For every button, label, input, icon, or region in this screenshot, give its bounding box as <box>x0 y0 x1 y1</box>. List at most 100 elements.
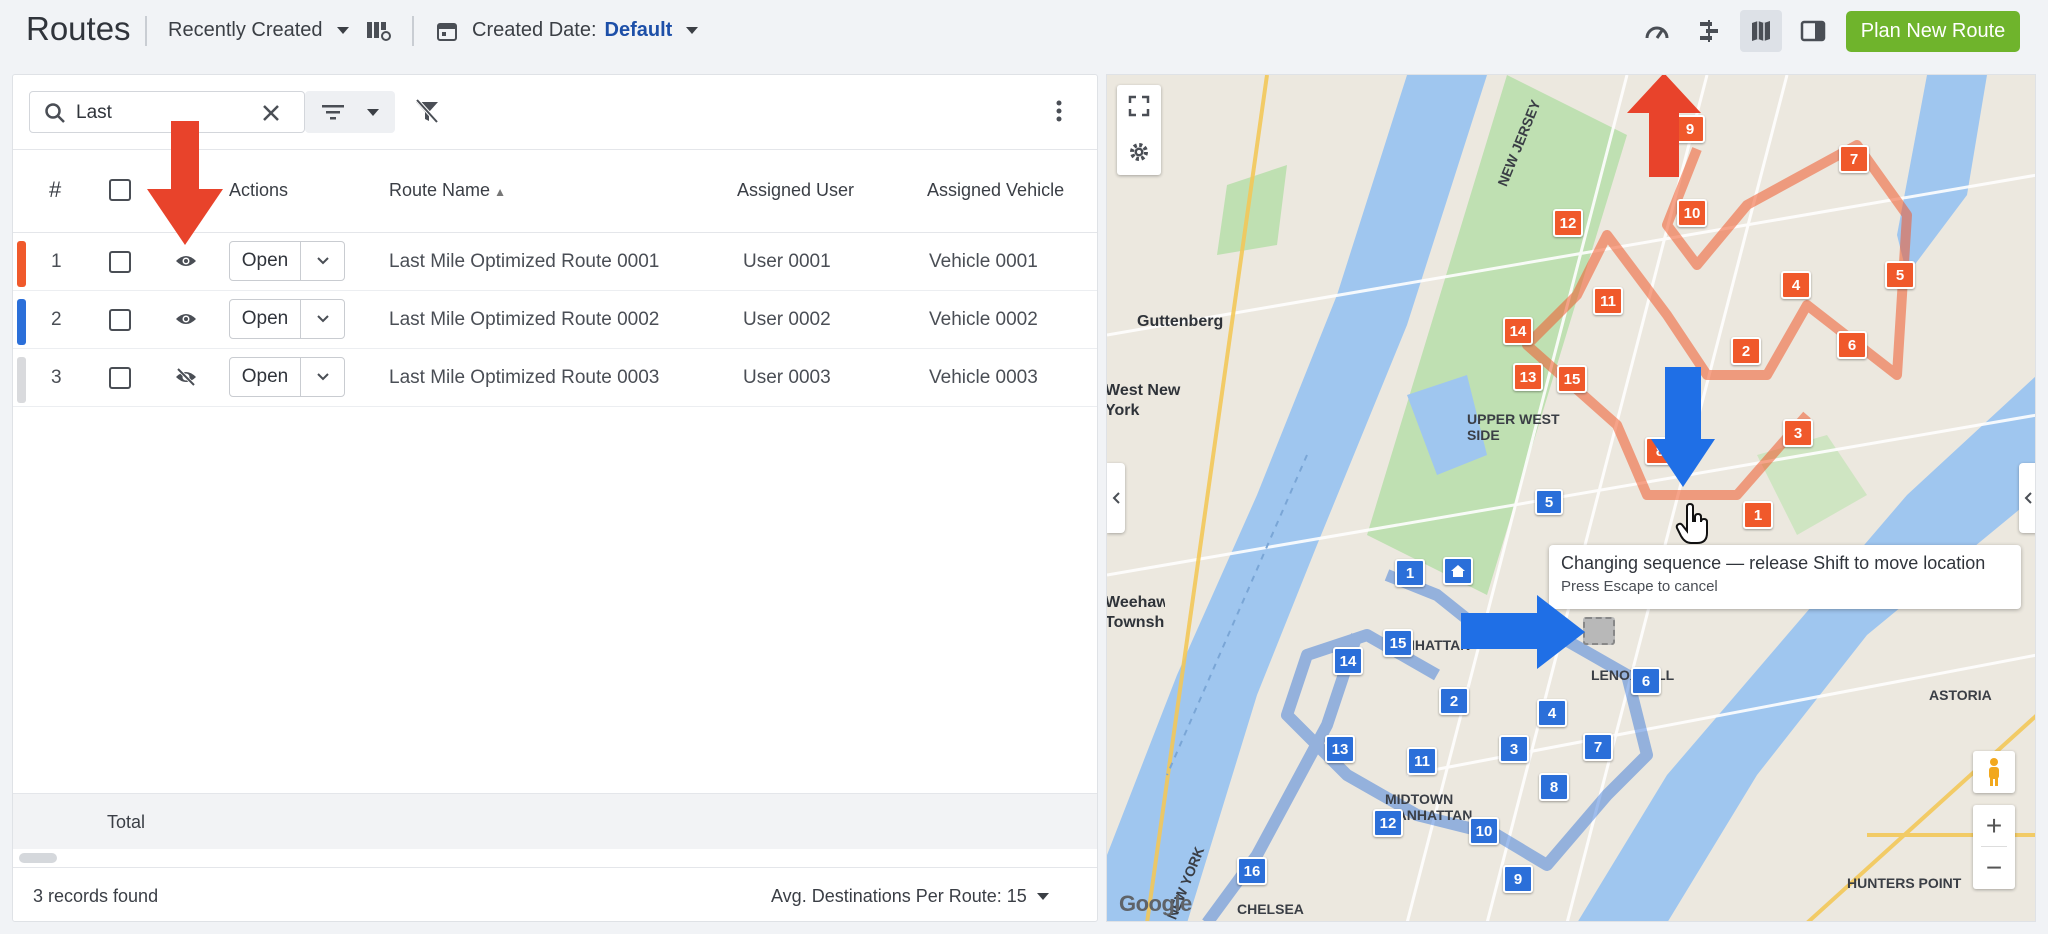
close-icon[interactable] <box>260 102 282 124</box>
route-color-bar <box>17 299 26 345</box>
eye-icon[interactable] <box>175 311 197 327</box>
open-button-group[interactable]: Open <box>229 299 345 339</box>
search-icon <box>45 103 65 123</box>
eye-icon[interactable] <box>175 253 197 269</box>
select-all-checkbox[interactable] <box>109 179 131 201</box>
top-bar: Routes Recently Created Created Date: De… <box>0 0 2048 62</box>
route1-stop-marker[interactable]: 10 <box>1677 199 1707 227</box>
avg-destinations-label: Avg. Destinations Per Route: 15 <box>771 886 1027 906</box>
map-label-west-new-york: West New York <box>1106 382 1181 419</box>
annotation-arrow-right-icon <box>1461 595 1585 669</box>
map-label-weehawken: Weehawken Township <box>1106 594 1165 631</box>
open-button[interactable]: Open <box>230 300 301 338</box>
google-logo: Google <box>1119 891 1192 916</box>
col-route-name[interactable]: Route Name ▲ <box>389 180 506 201</box>
collapse-right-handle[interactable] <box>2019 463 2035 533</box>
pegman-icon <box>1989 758 1999 786</box>
clear-filter-button[interactable] <box>413 97 443 127</box>
gear-icon[interactable] <box>1128 141 1150 163</box>
route2-depot-marker[interactable] <box>1443 557 1473 585</box>
route1-stop-marker[interactable]: 7 <box>1839 145 1869 173</box>
route1-stop-marker[interactable]: 15 <box>1557 365 1587 393</box>
row-number: 3 <box>51 367 62 388</box>
split-panel-icon <box>1800 20 1826 42</box>
assigned-vehicle: Vehicle 0002 <box>929 309 1038 330</box>
route2-dragged-stop-marker[interactable]: 5 <box>1535 489 1563 515</box>
route1-stop-marker[interactable]: 6 <box>1837 331 1867 359</box>
route2-stop-marker[interactable]: 6 <box>1631 667 1661 695</box>
chevron-down-icon <box>367 109 379 116</box>
zoom-out-button[interactable]: − <box>1973 847 2015 889</box>
route2-stop-marker[interactable]: 12 <box>1373 809 1403 837</box>
split-view-button[interactable] <box>1792 10 1834 52</box>
row-checkbox[interactable] <box>109 309 131 331</box>
eye-off-icon[interactable] <box>175 367 197 387</box>
route2-stop-marker[interactable]: 3 <box>1499 735 1529 763</box>
open-dropdown[interactable] <box>301 242 344 280</box>
chevron-down-icon <box>316 315 329 323</box>
avg-destinations-dropdown[interactable]: Avg. Destinations Per Route: 15 <box>771 886 1049 907</box>
assigned-vehicle: Vehicle 0001 <box>929 251 1038 272</box>
route2-stop-marker[interactable]: 15 <box>1383 629 1413 657</box>
sort-label: Recently Created <box>168 19 323 41</box>
col-route-name-label: Route Name <box>389 180 491 200</box>
collapse-left-handle[interactable] <box>1107 463 1125 533</box>
open-button[interactable]: Open <box>230 358 301 396</box>
total-row: Total <box>13 793 1097 849</box>
route1-stop-marker[interactable]: 14 <box>1503 317 1533 345</box>
open-button-group[interactable]: Open <box>229 241 345 281</box>
route2-stop-marker[interactable]: 13 <box>1325 735 1355 763</box>
route1-stop-marker[interactable]: 4 <box>1781 271 1811 299</box>
sort-dropdown[interactable]: Recently Created <box>168 19 349 42</box>
route-name[interactable]: Last Mile Optimized Route 0001 <box>389 251 659 273</box>
route1-stop-marker[interactable]: 3 <box>1783 419 1813 447</box>
horizontal-scrollbar[interactable] <box>19 853 57 863</box>
plan-new-route-button[interactable]: Plan New Route <box>1846 11 2020 52</box>
table-row[interactable]: 3 Open Last Mile Optimized Route 0003 Us… <box>13 349 1097 407</box>
column-settings-button[interactable] <box>358 10 400 52</box>
chevron-down-icon <box>316 373 329 381</box>
row-number: 1 <box>51 251 62 272</box>
fullscreen-icon[interactable] <box>1128 95 1150 117</box>
route2-stop-marker[interactable]: 9 <box>1503 865 1533 893</box>
route-name[interactable]: Last Mile Optimized Route 0002 <box>389 309 659 331</box>
timeline-view-button[interactable] <box>1688 10 1730 52</box>
street-view-pegman[interactable] <box>1973 751 2015 793</box>
routes-list-panel: Last # Actions Route Name ▲ Assigned User… <box>12 74 1098 922</box>
created-date-filter[interactable]: Created Date: Default <box>436 19 699 42</box>
route2-stop-marker[interactable]: 16 <box>1237 857 1267 885</box>
route2-stop-marker[interactable]: 8 <box>1539 773 1569 801</box>
open-button-group[interactable]: Open <box>229 357 345 397</box>
home-icon <box>1451 565 1465 577</box>
route-name[interactable]: Last Mile Optimized Route 0003 <box>389 367 659 389</box>
route2-stop-marker[interactable]: 1 <box>1395 559 1425 587</box>
route1-stop-marker[interactable]: 5 <box>1885 261 1915 289</box>
route2-stop-marker[interactable]: 14 <box>1333 647 1363 675</box>
row-checkbox[interactable] <box>109 251 131 273</box>
map-view-button[interactable] <box>1740 10 1782 52</box>
route1-stop-marker[interactable]: 12 <box>1553 209 1583 237</box>
route2-stop-marker[interactable]: 10 <box>1469 817 1499 845</box>
route1-stop-marker[interactable]: 13 <box>1513 363 1543 391</box>
route1-stop-marker[interactable]: 2 <box>1731 337 1761 365</box>
more-options-button[interactable] <box>1049 97 1069 127</box>
dashboard-view-button[interactable] <box>1636 10 1678 52</box>
route2-stop-marker[interactable]: 7 <box>1583 733 1613 761</box>
route-map[interactable]: Guttenberg West New York UPPER WEST SIDE… <box>1106 74 2036 922</box>
route1-stop-marker[interactable]: 11 <box>1593 287 1623 315</box>
open-dropdown[interactable] <box>301 358 344 396</box>
route2-stop-marker[interactable]: 11 <box>1407 747 1437 775</box>
zoom-in-button[interactable]: + <box>1973 805 2015 847</box>
route-color-bar <box>17 357 26 403</box>
annotation-arrow-down-icon <box>147 121 223 245</box>
table-row[interactable]: 2 Open Last Mile Optimized Route 0002 Us… <box>13 291 1097 349</box>
open-dropdown[interactable] <box>301 300 344 338</box>
annotation-arrow-up-icon <box>1627 75 1701 177</box>
row-checkbox[interactable] <box>109 367 131 389</box>
route1-stop-marker[interactable]: 1 <box>1743 501 1773 529</box>
open-button[interactable]: Open <box>230 242 301 280</box>
filter-button[interactable] <box>305 91 395 133</box>
route2-stop-marker[interactable]: 4 <box>1537 699 1567 727</box>
col-number: # <box>49 177 62 202</box>
route2-stop-marker[interactable]: 2 <box>1439 687 1469 715</box>
